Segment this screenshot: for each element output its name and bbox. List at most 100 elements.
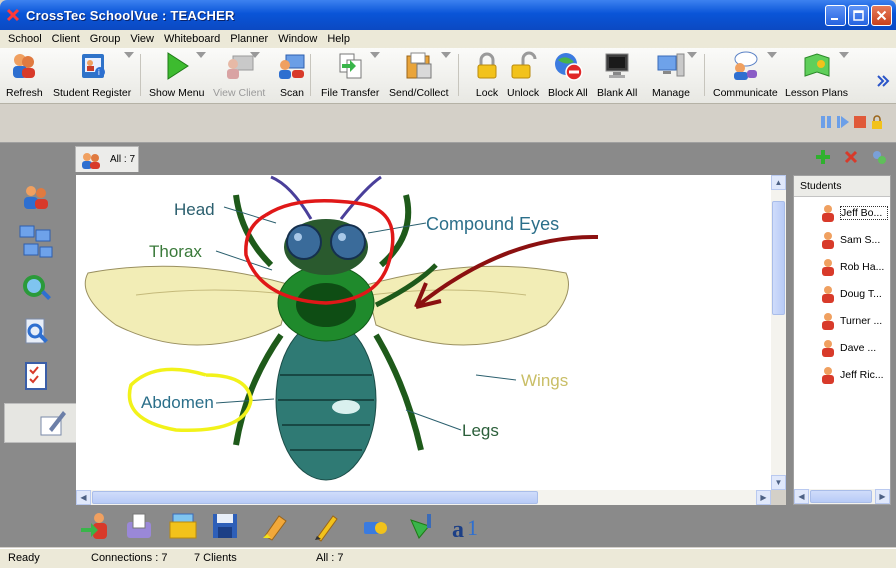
rail-internet-button[interactable] [16,268,56,308]
student-icon [822,313,834,330]
floppy-disk-icon [213,514,237,538]
student-item[interactable]: Jeff Bo... [820,202,888,224]
student-item[interactable]: Turner ... [820,310,888,332]
rail-whiteboard-button[interactable] [4,403,76,443]
students-scroll-right-arrow[interactable]: ▶ [875,489,890,504]
minimize-icon [831,18,838,20]
open-folder-button[interactable] [166,509,200,543]
view-client-dropdown[interactable] [250,52,260,58]
send-collect-button[interactable]: Send/Collect [389,50,449,99]
rail-network-button[interactable] [16,222,56,262]
users-settings-icon[interactable] [871,149,887,165]
menu-view[interactable]: View [125,33,159,45]
whiteboard-toolbar: a1 [76,507,791,547]
student-item[interactable]: Dave ... [820,337,888,359]
students-horizontal-scrollbar[interactable]: ◀ ▶ [794,489,890,504]
student-icon [822,286,834,303]
horizontal-scroll-thumb[interactable] [92,491,538,504]
toolbar-separator [458,54,459,96]
add-icon[interactable] [815,149,831,165]
rail-search-button[interactable] [16,312,56,352]
right-compound-eye [330,224,366,260]
eraser-tool-button[interactable] [358,509,392,543]
status-bar: Ready Connections : 7 7 Clients All : 7 [0,548,896,568]
scan-button[interactable]: Scan [276,50,308,99]
scroll-up-arrow[interactable]: ▲ [771,175,786,190]
window-title: CrossTec SchoolVue : TEACHER [26,7,235,23]
student-item[interactable]: Doug T... [820,283,888,305]
menu-school[interactable]: School [3,33,47,45]
exit-whiteboard-button[interactable] [78,509,112,543]
scroll-right-arrow[interactable]: ▶ [756,490,771,505]
menu-group[interactable]: Group [85,33,126,45]
refresh-icon [13,54,36,78]
right-wing [365,265,569,346]
show-menu-dropdown[interactable] [196,52,206,58]
vertical-scroll-thumb[interactable] [772,201,785,315]
highlighter-tool-button[interactable] [258,509,292,543]
block-all-button[interactable]: Block All [548,50,588,99]
student-item[interactable]: Jeff Ric... [820,364,888,386]
menu-client[interactable]: Client [47,33,85,45]
send-whiteboard-button[interactable] [122,509,156,543]
text-tool-button[interactable]: a1 [450,509,484,543]
canvas-vertical-scrollbar[interactable]: ▲ ▼ [771,175,786,490]
toolbar-separator [310,54,311,96]
toolbar-separator [704,54,705,96]
students-scroll-left-arrow[interactable]: ◀ [794,489,809,504]
student-register-button[interactable]: i Student Register [53,50,131,99]
communicate-dropdown[interactable] [767,52,777,58]
manage-button[interactable]: Manage [652,50,690,99]
file-transfer-dropdown[interactable] [370,52,380,58]
rail-survey-button[interactable] [16,356,56,396]
student-item[interactable]: Sam S... [820,229,888,251]
lock-small-icon[interactable] [870,115,884,129]
fill-tool-button[interactable] [406,509,440,543]
scroll-left-arrow[interactable]: ◀ [76,490,91,505]
pen-icon [315,515,338,542]
refresh-button[interactable]: Refresh [6,50,43,99]
remove-icon[interactable] [843,149,859,165]
menu-window[interactable]: Window [273,33,322,45]
unlock-button[interactable]: Unlock [507,50,539,99]
svg-text:i: i [98,68,100,77]
send-collect-dropdown[interactable] [441,52,451,58]
lesson-plans-icon [804,53,830,77]
lock-button[interactable]: Lock [471,50,503,99]
pen-tool-button[interactable] [310,509,344,543]
left-rail [0,172,76,506]
minimize-button[interactable] [825,5,846,26]
student-item[interactable]: Rob Ha... [820,256,888,278]
manage-icon [657,53,685,77]
whiteboard-canvas[interactable]: Head Thorax Compound Eyes Abdomen Wings … [76,175,771,490]
menu-help[interactable]: Help [322,33,355,45]
students-scroll-thumb[interactable] [810,490,872,503]
students-panel: Students Jeff Bo... Sam S... Rob Ha... D… [793,175,891,505]
lesson-plans-dropdown[interactable] [839,52,849,58]
close-button[interactable] [871,5,892,26]
scroll-corner [771,490,786,505]
step-forward-icon[interactable] [836,115,850,129]
toolbar-overflow-chevron[interactable] [876,74,890,91]
pause-icon[interactable] [819,115,833,129]
stop-icon[interactable] [853,115,867,129]
student-register-icon: i [82,54,106,78]
student-icon [822,259,834,276]
monitor-icon [605,53,629,78]
fill-bucket-icon [410,514,431,539]
canvas-horizontal-scrollbar[interactable]: ◀ ▶ [76,490,771,505]
menu-whiteboard[interactable]: Whiteboard [159,33,225,45]
group-icon [82,152,100,169]
save-button[interactable] [208,509,242,543]
student-register-dropdown[interactable] [124,52,134,58]
lock-icon [477,52,497,79]
tab-all[interactable]: All : 7 [75,146,139,172]
unlock-icon [511,51,537,79]
blank-all-button[interactable]: Blank All [597,50,637,99]
manage-dropdown[interactable] [687,52,697,58]
scroll-down-arrow[interactable]: ▼ [771,475,786,490]
rail-users-button[interactable] [16,178,56,218]
sub-toolbar [0,105,896,143]
maximize-button[interactable] [848,5,869,26]
menu-planner[interactable]: Planner [225,33,273,45]
